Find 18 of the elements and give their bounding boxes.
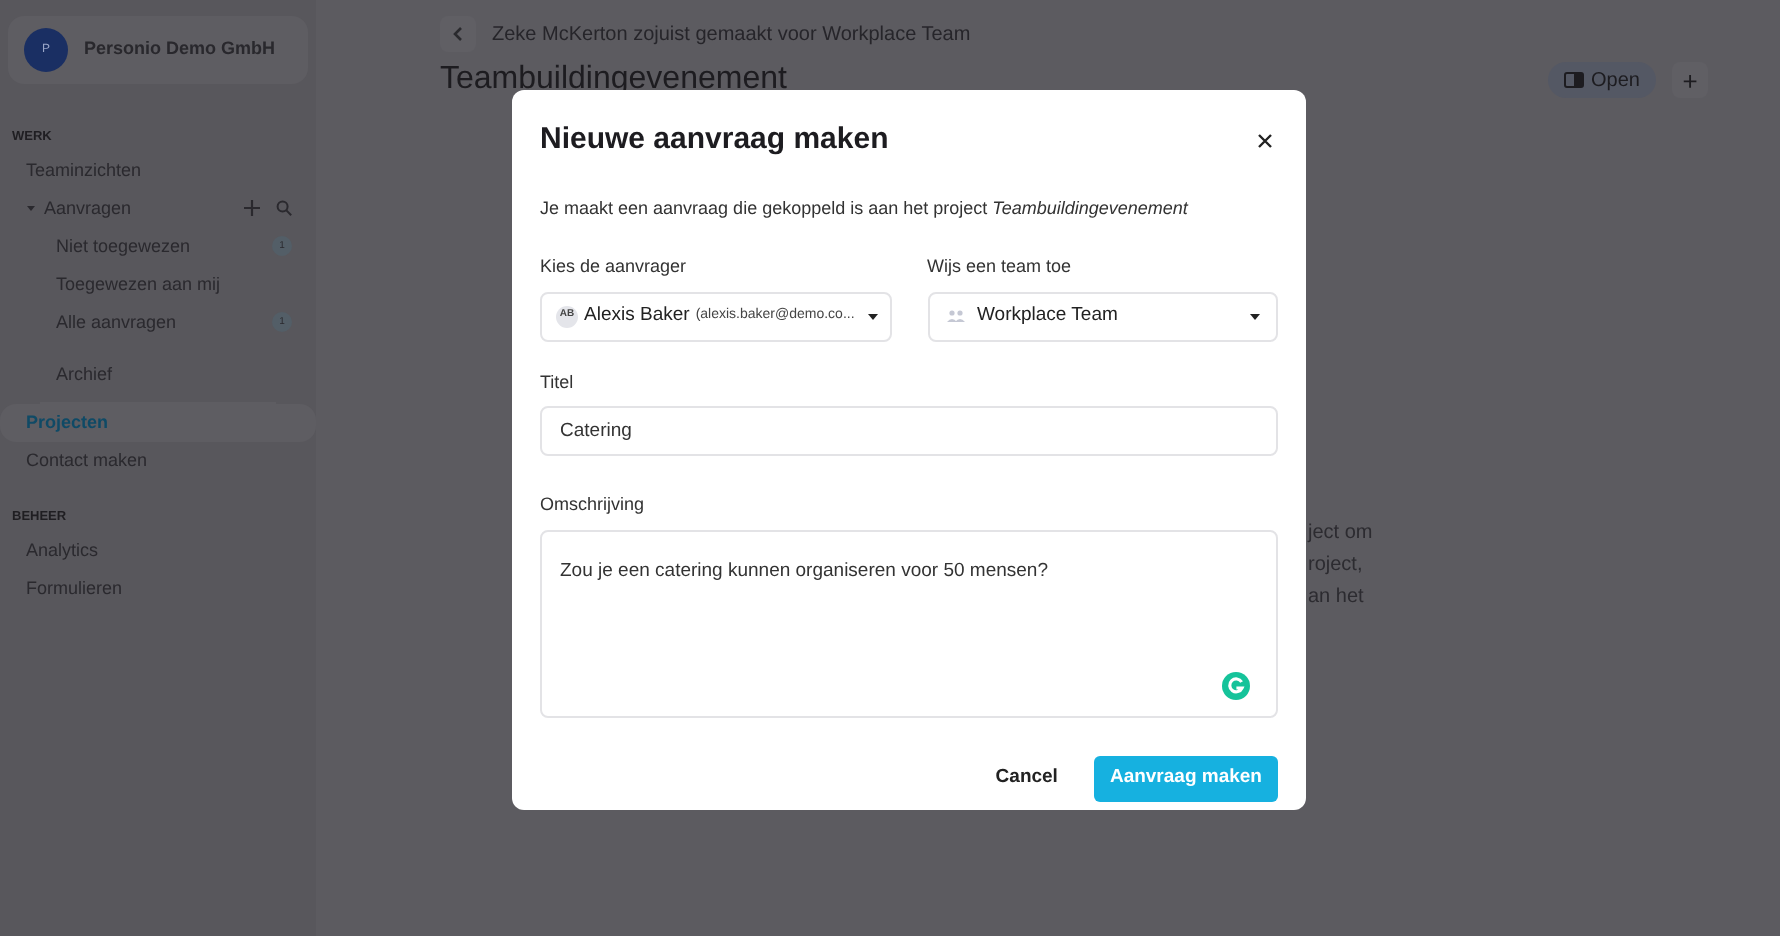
field-label: Kies de aanvrager bbox=[540, 254, 689, 280]
description-textarea[interactable]: Zou je een catering kunnen organiseren voor 50 mensen? bbox=[540, 529, 1278, 717]
dialog-title: Nieuwe aanvraag maken bbox=[540, 120, 889, 160]
requester-name: Alexis Baker bbox=[584, 301, 690, 330]
dialog-intro: Je maakt een aanvraag die gekoppeld is aan het project Teambuildingevenement bbox=[540, 195, 1191, 222]
team-select[interactable]: Workplace Team bbox=[927, 291, 1278, 341]
submit-button[interactable]: Aanvraag maken bbox=[1093, 755, 1278, 801]
cancel-button[interactable]: Cancel bbox=[983, 755, 1070, 801]
field-label: Wijs een team toe bbox=[927, 254, 1074, 280]
add-button[interactable]: + bbox=[1672, 62, 1708, 98]
status-button[interactable]: Open bbox=[1547, 62, 1656, 98]
field-label: Titel bbox=[540, 369, 576, 395]
page-title: Teambuildingevenement bbox=[440, 60, 787, 100]
field-label: Omschrijving bbox=[540, 492, 647, 518]
title-input[interactable]: Catering bbox=[540, 406, 1278, 456]
nav-item[interactable]: Projecten bbox=[0, 403, 316, 442]
team-value: Workplace Team bbox=[977, 301, 1118, 330]
description-text: Zou je een catering kunnen organiseren voor 50 mensen? bbox=[560, 559, 1048, 581]
